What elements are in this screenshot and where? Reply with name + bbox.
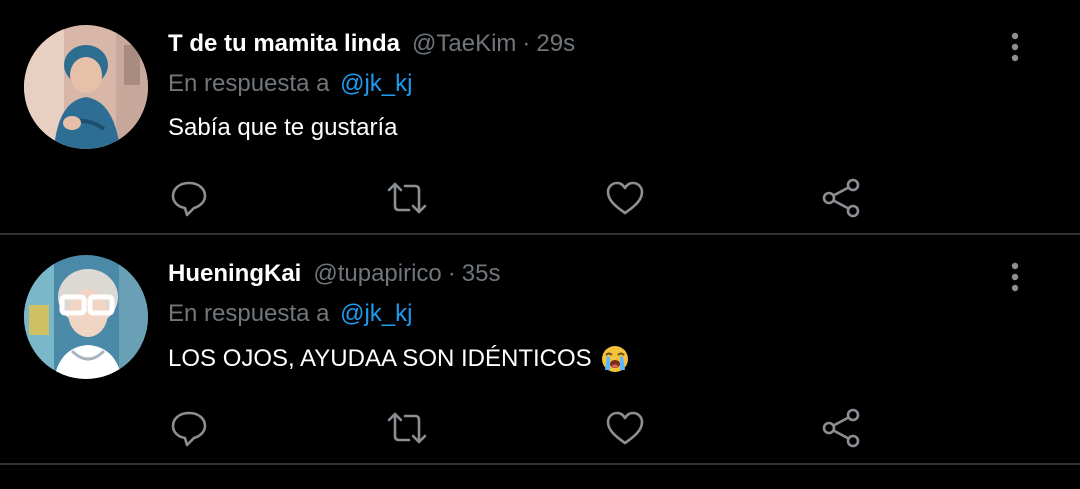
share-icon[interactable]	[819, 406, 863, 450]
like-icon[interactable]	[603, 176, 647, 220]
reply-context: En respuesta a @jk_kj	[168, 300, 412, 328]
tweet[interactable]: T de tu mamita linda @TaeKim · 29s En re…	[0, 0, 1080, 230]
tweet-text: LOS OJOS, AYUDAA SON IDÉNTICOS	[168, 344, 630, 374]
loudly-crying-face-emoji-icon	[600, 344, 630, 374]
tweet-text-content: LOS OJOS, AYUDAA SON IDÉNTICOS	[168, 345, 592, 372]
tweet-text-content: Sabía que te gustaría	[168, 114, 398, 141]
separator-dot: ·	[447, 260, 456, 287]
tweet-actions	[0, 406, 1080, 450]
reply-context: En respuesta a @jk_kj	[168, 70, 412, 98]
avatar[interactable]	[24, 255, 148, 379]
display-name[interactable]: T de tu mamita linda	[168, 30, 400, 58]
separator-dot: ·	[522, 30, 531, 57]
reply-prefix: En respuesta a	[168, 70, 330, 97]
timestamp[interactable]: 29s	[536, 30, 575, 58]
comment-icon[interactable]	[167, 176, 211, 220]
share-icon[interactable]	[819, 176, 863, 220]
more-vertical-icon[interactable]	[1000, 30, 1030, 64]
divider	[0, 463, 1080, 465]
username-handle[interactable]: @tupapirico	[313, 260, 441, 288]
username-handle[interactable]: @TaeKim	[412, 30, 516, 58]
tweet[interactable]: HueningKai @tupapirico · 35s En respuest…	[0, 230, 1080, 460]
retweet-icon[interactable]	[385, 176, 429, 220]
retweet-icon[interactable]	[385, 406, 429, 450]
avatar[interactable]	[24, 25, 148, 149]
reply-prefix: En respuesta a	[168, 300, 330, 327]
timestamp[interactable]: 35s	[462, 260, 501, 288]
reply-mention-link[interactable]: @jk_kj	[340, 300, 412, 327]
tweet-actions	[0, 176, 1080, 220]
display-name[interactable]: HueningKai	[168, 260, 301, 288]
tweet-text: Sabía que te gustaría	[168, 114, 398, 142]
like-icon[interactable]	[603, 406, 647, 450]
comment-icon[interactable]	[167, 406, 211, 450]
more-vertical-icon[interactable]	[1000, 260, 1030, 294]
reply-mention-link[interactable]: @jk_kj	[340, 70, 412, 97]
